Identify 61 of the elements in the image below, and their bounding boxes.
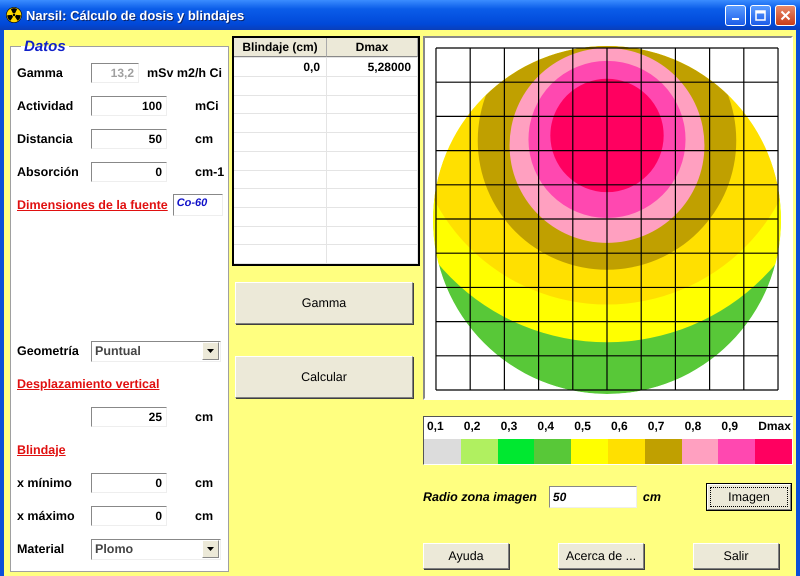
legend-label: 0,8 bbox=[684, 418, 702, 435]
table-cell: 5,28000 bbox=[327, 58, 418, 76]
section-link[interactable]: Blindaje bbox=[17, 443, 66, 457]
unit-label: cm bbox=[195, 476, 214, 490]
unit-label: cm bbox=[642, 490, 661, 504]
dropdown[interactable]: Plomo bbox=[91, 538, 221, 560]
source-field: Co-60 bbox=[172, 194, 223, 216]
footer-button[interactable]: Ayuda bbox=[423, 543, 509, 569]
radius-field[interactable]: 50 bbox=[548, 486, 637, 508]
table-cell: 0,0 bbox=[234, 58, 327, 76]
window-title: Narsil: Cálculo de dosis y blindajes bbox=[26, 8, 246, 22]
unit-label: cm-1 bbox=[195, 165, 224, 179]
dropdown-arrow-icon bbox=[207, 349, 214, 353]
field-label: Absorción bbox=[17, 165, 80, 179]
number-field[interactable]: 50 bbox=[91, 129, 167, 149]
legend-label: Dmax bbox=[757, 418, 792, 435]
number-field[interactable]: 0 bbox=[91, 506, 167, 526]
unit-label: cm bbox=[195, 509, 214, 523]
unit-label: cm bbox=[195, 132, 214, 146]
close-icon bbox=[780, 10, 791, 20]
field-label: Geometría bbox=[17, 344, 80, 358]
panel-title: Datos bbox=[23, 38, 67, 55]
field-label: x mínimo bbox=[17, 476, 73, 490]
minimize-button[interactable] bbox=[725, 4, 746, 26]
unit-label: mSv m2/h Ci bbox=[147, 66, 222, 80]
section-link[interactable]: Dimensiones de la fuente bbox=[17, 198, 168, 212]
action-button[interactable]: Calcular bbox=[235, 356, 413, 398]
action-button[interactable]: Gamma bbox=[235, 282, 413, 324]
legend-label: 0,1 bbox=[426, 418, 445, 435]
image-button[interactable]: Imagen bbox=[706, 484, 791, 510]
dropdown[interactable]: Puntual bbox=[91, 340, 221, 362]
minimize-icon bbox=[732, 18, 739, 20]
unit-label: cm bbox=[195, 410, 214, 424]
unit-label: mCi bbox=[195, 99, 219, 113]
legend-label: 0,2 bbox=[462, 418, 482, 435]
legend-label: 0,4 bbox=[536, 418, 556, 435]
legend-label: 0,3 bbox=[500, 418, 518, 435]
number-field[interactable]: 100 bbox=[91, 96, 167, 116]
number-field[interactable]: 25 bbox=[91, 407, 167, 427]
legend-label: 0,6 bbox=[610, 418, 629, 435]
maximize-icon bbox=[755, 10, 766, 20]
close-button[interactable] bbox=[775, 4, 796, 26]
footer-button[interactable]: Acerca de ... bbox=[558, 543, 644, 569]
dropdown-arrow-icon bbox=[207, 547, 214, 551]
column-header[interactable]: Blindaje (cm) bbox=[234, 38, 327, 57]
section-link[interactable]: Desplazamiento vertical bbox=[17, 377, 160, 391]
number-field[interactable]: 0 bbox=[91, 473, 167, 493]
maximize-button[interactable] bbox=[750, 4, 771, 26]
field-label: Distancia bbox=[17, 132, 74, 146]
number-field[interactable]: 0 bbox=[91, 162, 167, 182]
field-label: Radio zona imagen bbox=[423, 490, 537, 504]
footer-button[interactable]: Salir bbox=[693, 543, 779, 569]
field-label: Material bbox=[17, 542, 66, 556]
field-label: Actividad bbox=[17, 99, 74, 113]
legend-label: 0,7 bbox=[646, 418, 666, 435]
legend-label: 0,9 bbox=[720, 418, 740, 435]
legend-label: 0,5 bbox=[573, 418, 592, 435]
radiation-icon bbox=[6, 7, 22, 23]
column-header[interactable]: Dmax bbox=[327, 38, 418, 57]
field-label: x máximo bbox=[17, 509, 76, 523]
field-label: Gamma bbox=[17, 66, 64, 80]
